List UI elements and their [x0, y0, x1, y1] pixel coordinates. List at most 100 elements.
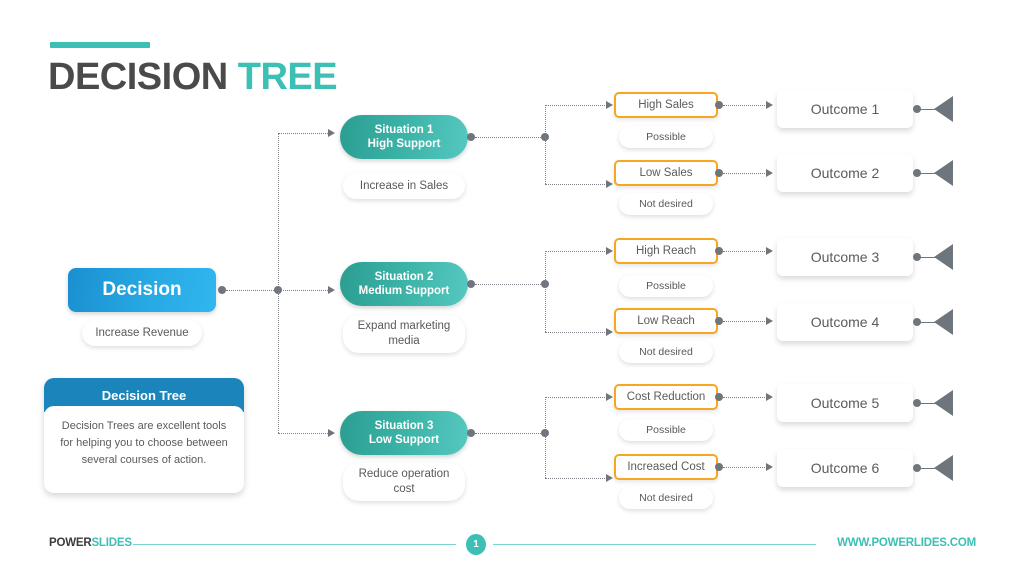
outcome-6-label: Outcome 6 [810, 460, 880, 476]
decision-root-caption-label: Increase Revenue [95, 326, 189, 339]
decision-root-label: Decision [102, 279, 182, 300]
outcome-1-label: Outcome 1 [810, 101, 880, 117]
connector-low-sales-to-outcome-2 [723, 173, 769, 174]
outcome-box-2[interactable]: Outcome 2 [777, 154, 913, 192]
arrow-into-outcome-3 [766, 247, 773, 255]
situation-box-2[interactable]: Situation 2 Medium Support [340, 262, 468, 306]
arrow-into-option-cost-reduction [606, 393, 613, 401]
connector-dot-low-sales-out [715, 169, 723, 177]
slide-canvas: DECISION TREE Decision Increase Revenue … [0, 0, 1024, 575]
marker-arrow-outcome-2 [934, 160, 953, 186]
footer-logo-part1: POWER [49, 537, 92, 549]
connector-dot-cost-reduction-out [715, 393, 723, 401]
arrow-into-outcome-6 [766, 463, 773, 471]
situation-1-line1: Situation 1 [374, 124, 434, 136]
connector-dot-situation-1-out [467, 133, 475, 141]
outcome-box-6[interactable]: Outcome 6 [777, 449, 913, 487]
footer-logo: POWERSLIDES [49, 537, 132, 549]
option-low-reach-note: Not desired [619, 341, 713, 363]
connector-situation-3-to-split [475, 433, 545, 434]
option-low-reach-label: Low Reach [637, 315, 695, 327]
situation-3-caption-label: Reduce operation cost [358, 468, 450, 495]
page-title-part2: TREE [237, 56, 338, 98]
marker-arrow-outcome-3 [934, 244, 953, 270]
arrow-into-option-increased-cost [606, 474, 613, 482]
option-high-reach-note: Possible [619, 275, 713, 297]
option-box-high-sales[interactable]: High Sales [614, 92, 718, 118]
option-low-sales-label: Low Sales [639, 167, 693, 179]
option-increased-cost-note-label: Not desired [639, 491, 693, 504]
option-box-low-reach[interactable]: Low Reach [614, 308, 718, 334]
outcome-box-3[interactable]: Outcome 3 [777, 238, 913, 276]
info-card: Decision Tree Decision Trees are excelle… [44, 378, 244, 493]
connector-cost-reduction-to-outcome-5 [723, 397, 769, 398]
arrow-into-outcome-2 [766, 169, 773, 177]
connector-split-3-vertical [545, 397, 546, 478]
arrow-into-outcome-4 [766, 317, 773, 325]
option-high-reach-label: High Reach [635, 245, 697, 257]
page-title: DECISION TREE [48, 56, 338, 99]
connector-split-1-to-option-2 [545, 184, 607, 185]
footer-page-number-label: 1 [473, 539, 479, 550]
situation-1-caption-label: Increase in Sales [359, 179, 449, 192]
connector-decision-to-trunk [226, 290, 278, 291]
arrow-into-situation-3 [328, 429, 335, 437]
option-high-sales-note: Possible [619, 126, 713, 148]
connector-split-2-vertical [545, 251, 546, 332]
connector-situation-2-to-split [475, 284, 545, 285]
situation-2-caption-label: Expand marketing media [357, 320, 451, 347]
arrow-into-option-high-sales [606, 101, 613, 109]
option-high-sales-note-label: Possible [646, 130, 686, 143]
footer-url[interactable]: WWW.POWERLIDES.COM [837, 537, 976, 549]
situation-1-line2: High Support [367, 138, 441, 150]
situation-box-1[interactable]: Situation 1 High Support [340, 115, 468, 159]
connector-dot-situation-3-out [467, 429, 475, 437]
option-box-low-sales[interactable]: Low Sales [614, 160, 718, 186]
option-box-increased-cost[interactable]: Increased Cost [614, 454, 718, 480]
footer-page-number: 1 [466, 534, 486, 555]
option-box-high-reach[interactable]: High Reach [614, 238, 718, 264]
title-accent-bar [50, 42, 150, 48]
connector-split-1-to-option-1 [545, 105, 607, 106]
situation-3-caption: Reduce operation cost [343, 463, 465, 501]
situation-2-line2: Medium Support [358, 285, 450, 297]
footer-divider-left [133, 544, 456, 545]
connector-trunk-vertical [278, 133, 279, 433]
connector-split-3-to-option-1 [545, 397, 607, 398]
option-low-sales-note: Not desired [619, 193, 713, 215]
situation-2-caption: Expand marketing media [343, 315, 465, 353]
situation-box-3[interactable]: Situation 3 Low Support [340, 411, 468, 455]
marker-arrow-outcome-5 [934, 390, 953, 416]
marker-arrow-outcome-4 [934, 309, 953, 335]
option-increased-cost-label: Increased Cost [627, 461, 705, 473]
outcome-box-4[interactable]: Outcome 4 [777, 303, 913, 341]
outcome-box-5[interactable]: Outcome 5 [777, 384, 913, 422]
outcome-5-label: Outcome 5 [810, 395, 880, 411]
info-card-body: Decision Trees are excellent tools for h… [44, 406, 244, 487]
arrow-into-situation-1 [328, 129, 335, 137]
connector-dot-high-sales-out [715, 101, 723, 109]
option-cost-reduction-label: Cost Reduction [626, 391, 706, 403]
option-box-cost-reduction[interactable]: Cost Reduction [614, 384, 718, 410]
decision-root-box[interactable]: Decision [68, 268, 216, 312]
connector-increased-cost-to-outcome-6 [723, 467, 769, 468]
option-low-reach-note-label: Not desired [639, 345, 693, 358]
decision-root-caption: Increase Revenue [82, 320, 202, 346]
arrow-into-option-low-reach [606, 328, 613, 336]
situation-1-caption: Increase in Sales [343, 173, 465, 199]
option-cost-reduction-note-label: Possible [646, 423, 686, 436]
connector-dot-high-reach-out [715, 247, 723, 255]
footer-divider-right [493, 544, 816, 545]
connector-high-sales-to-outcome-1 [723, 105, 769, 106]
connector-split-1-vertical [545, 105, 546, 184]
connector-trunk-to-situation-2 [278, 290, 328, 291]
connector-low-reach-to-outcome-4 [723, 321, 769, 322]
arrow-into-outcome-5 [766, 393, 773, 401]
situation-3-line2: Low Support [368, 434, 440, 446]
connector-split-2-to-option-2 [545, 332, 607, 333]
outcome-box-1[interactable]: Outcome 1 [777, 90, 913, 128]
situation-2-line1: Situation 2 [374, 271, 434, 283]
connector-split-2-to-option-1 [545, 251, 607, 252]
info-card-heading-label: Decision Tree [101, 387, 187, 403]
arrow-into-option-high-reach [606, 247, 613, 255]
